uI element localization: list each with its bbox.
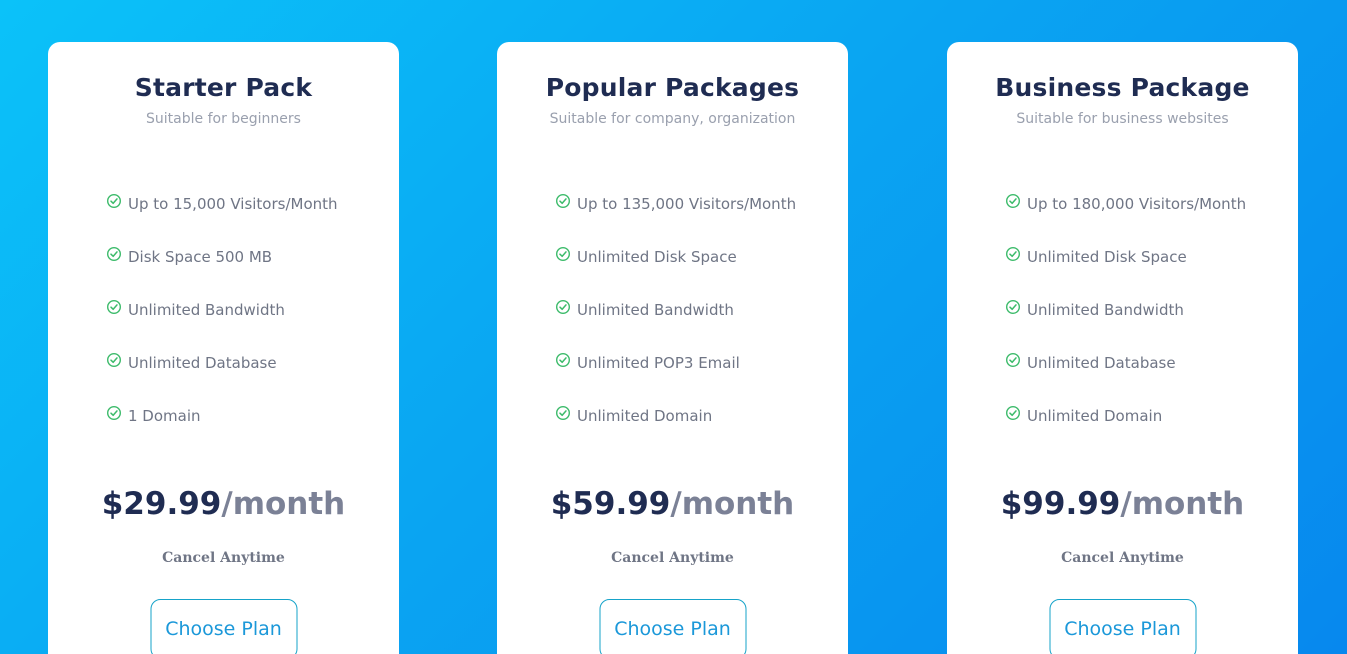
price-period: /month [670,486,795,522]
feature-item: Unlimited Bandwidth [106,298,379,351]
check-circle-icon [106,352,122,368]
feature-text: Unlimited Database [128,354,277,372]
feature-text: Unlimited POP3 Email [577,354,740,372]
feature-item: Unlimited Disk Space [1005,245,1278,298]
check-circle-icon [106,193,122,209]
choose-plan-button[interactable]: Choose Plan [599,599,746,654]
check-circle-icon [1005,299,1021,315]
feature-item: Unlimited POP3 Email [555,351,828,404]
cancel-note: Cancel Anytime [1061,550,1184,566]
feature-list: Up to 15,000 Visitors/Month Disk Space 5… [106,192,379,457]
feature-text: Up to 135,000 Visitors/Month [577,195,797,213]
price-amount: $29.99 [101,486,222,522]
plan-price: $99.99/month [947,482,1298,526]
check-circle-icon [1005,405,1021,421]
feature-item: Unlimited Domain [555,404,828,457]
check-circle-icon [106,405,122,421]
feature-text: Up to 180,000 Visitors/Month [1027,195,1247,213]
feature-item: Unlimited Database [106,351,379,404]
pricing-card-business: Business Package Suitable for business w… [947,42,1298,654]
feature-text: Unlimited Bandwidth [1027,301,1184,319]
feature-text: 1 Domain [128,407,201,425]
cancel-note: Cancel Anytime [611,550,734,566]
choose-plan-button[interactable]: Choose Plan [150,599,297,654]
plan-subtitle: Suitable for beginners [146,111,301,127]
feature-item: Unlimited Bandwidth [555,298,828,351]
check-circle-icon [1005,246,1021,262]
feature-item: Unlimited Database [1005,351,1278,404]
plan-title: Business Package [995,73,1250,102]
price-amount: $59.99 [550,486,671,522]
feature-text: Unlimited Database [1027,354,1176,372]
feature-text: Unlimited Domain [1027,407,1163,425]
feature-text: Unlimited Disk Space [577,248,737,266]
feature-text: Unlimited Bandwidth [128,301,285,319]
feature-text: Unlimited Bandwidth [577,301,734,319]
feature-item: Unlimited Domain [1005,404,1278,457]
feature-text: Disk Space 500 MB [128,248,273,266]
price-period: /month [221,486,346,522]
check-circle-icon [1005,352,1021,368]
feature-item: Unlimited Disk Space [555,245,828,298]
check-circle-icon [555,352,571,368]
feature-list: Up to 180,000 Visitors/Month Unlimited D… [1005,192,1278,457]
cancel-note: Cancel Anytime [162,550,285,566]
pricing-card-starter: Starter Pack Suitable for beginners Up t… [48,42,399,654]
plan-title: Starter Pack [134,73,313,102]
choose-plan-button[interactable]: Choose Plan [1049,599,1196,654]
feature-text: Up to 15,000 Visitors/Month [128,195,338,213]
plan-subtitle: Suitable for business websites [1016,111,1229,127]
check-circle-icon [555,246,571,262]
feature-list: Up to 135,000 Visitors/Month Unlimited D… [555,192,828,457]
pricing-card-popular: Popular Packages Suitable for company, o… [497,42,848,654]
check-circle-icon [555,193,571,209]
feature-item: Up to 135,000 Visitors/Month [555,192,828,245]
check-circle-icon [106,246,122,262]
feature-item: Disk Space 500 MB [106,245,379,298]
feature-text: Unlimited Domain [577,407,713,425]
feature-item: Unlimited Bandwidth [1005,298,1278,351]
price-amount: $99.99 [1000,486,1121,522]
check-circle-icon [555,405,571,421]
plan-title: Popular Packages [545,73,800,102]
plan-price: $59.99/month [497,482,848,526]
feature-item: Up to 15,000 Visitors/Month [106,192,379,245]
check-circle-icon [1005,193,1021,209]
feature-text: Unlimited Disk Space [1027,248,1187,266]
plan-price: $29.99/month [48,482,399,526]
feature-item: 1 Domain [106,404,379,457]
check-circle-icon [106,299,122,315]
feature-item: Up to 180,000 Visitors/Month [1005,192,1278,245]
check-circle-icon [555,299,571,315]
price-period: /month [1120,486,1245,522]
plan-subtitle: Suitable for company, organization [549,111,796,127]
